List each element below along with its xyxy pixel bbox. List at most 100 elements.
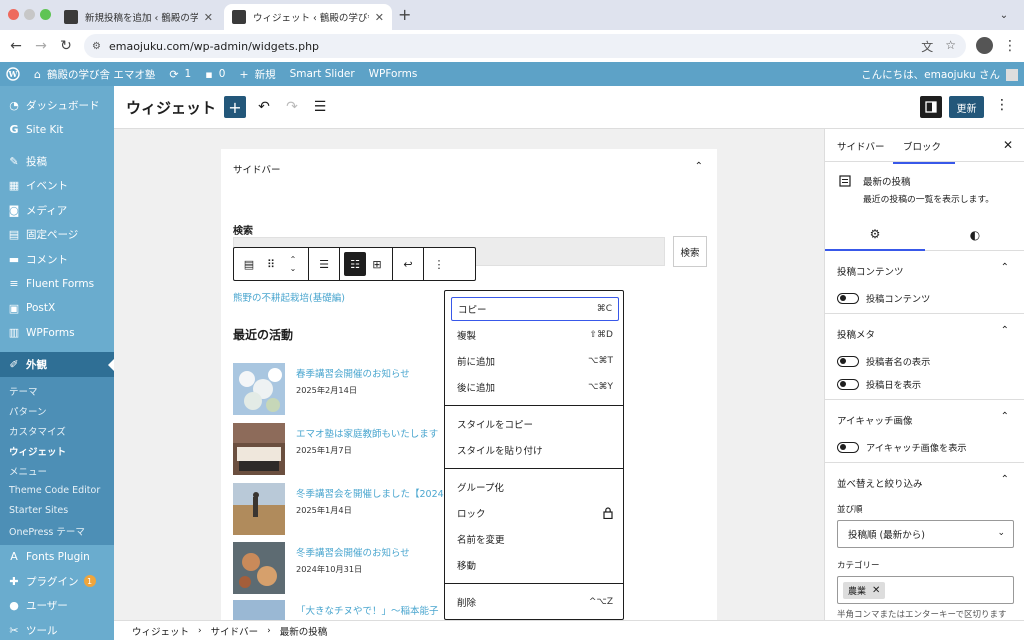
more-options-icon[interactable]: ⋮ [428,252,450,276]
toggle-post-content[interactable]: 投稿コンテンツ [837,291,930,305]
settings-tab[interactable]: ⚙ [825,219,925,251]
toggle-author[interactable]: 投稿者名の表示 [837,354,930,368]
post-title-link[interactable]: エマオ塾は家庭教師もいたします [296,426,438,440]
wordpress-logo-icon[interactable]: W [6,67,20,81]
menu-item-events[interactable]: ▦ イベント [0,174,114,199]
post-thumbnail[interactable] [233,542,285,594]
breadcrumb-item[interactable]: サイドバー [211,624,259,638]
menu-item-paste-styles[interactable]: スタイルを貼り付け [451,438,619,462]
block-inserter-button[interactable]: + [224,96,246,118]
collapse-chevron-icon[interactable]: ⌃ [1001,325,1009,336]
comments-link[interactable]: ▪ 0 [205,68,225,81]
widget-area-title[interactable]: サイドバー [233,162,281,176]
latest-posts-block-icon[interactable]: ▤ [238,252,260,276]
redo-icon[interactable]: ↷ [283,98,301,116]
collapse-chevron-icon[interactable]: ⌃ [1001,474,1009,485]
menu-item-fluent-forms[interactable]: ≡ Fluent Forms [0,272,114,297]
tab-block[interactable]: ブロック [893,139,956,164]
menu-item-copy-styles[interactable]: スタイルをコピー [451,412,619,436]
forward-icon[interactable]: → [33,38,49,54]
breadcrumb-item[interactable]: ウィジェット [132,624,189,638]
wpforms-link[interactable]: WPForms [369,68,418,80]
menu-item-insert-before[interactable]: 前に追加 ⌥⌘T [451,349,619,373]
browser-tab-2[interactable]: ウィジェット ‹ 鶴殿の学び舎 エマ ✕ [224,4,392,30]
submenu-item-starter-sites[interactable]: Starter Sites [0,501,114,521]
browser-menu-icon[interactable]: ⋮ [1003,38,1017,54]
toggle-switch[interactable] [837,378,859,390]
my-account-link[interactable]: こんにちは、emaojuku さん [861,67,1018,82]
order-select[interactable]: 投稿順 (最新から) ⌄ [837,520,1014,548]
category-token-field[interactable]: 農業 ✕ [837,576,1014,604]
bookmark-star-icon[interactable]: ☆ [945,38,956,55]
menu-item-copy[interactable]: コピー ⌘C [451,297,619,321]
menu-item-media[interactable]: ◙ メディア [0,198,114,223]
translate-icon[interactable]: 文 [921,38,933,55]
submenu-item-theme-code-editor[interactable]: Theme Code Editor [0,481,114,501]
maximize-window-button[interactable] [40,9,51,20]
collapse-chevron-icon[interactable]: ⌃ [1001,262,1009,273]
menu-item-postx[interactable]: ▣ PostX [0,296,114,321]
site-settings-icon[interactable]: ⚙ [92,41,101,52]
panel-title[interactable]: アイキャッチ画像 [837,413,913,427]
menu-item-sitekit[interactable]: G Site Kit [0,118,114,143]
update-button[interactable]: 更新 [949,96,984,118]
drag-handle-icon[interactable]: ⠿ [260,252,282,276]
post-thumbnail[interactable] [233,363,285,415]
post-thumbnail[interactable] [233,483,285,535]
menu-item-tools[interactable]: ✂ ツール [0,618,114,640]
recent-post-link[interactable]: 熊野の不耕起栽培(基礎編) [233,290,345,304]
transform-icon[interactable]: ↩ [397,252,419,276]
move-up-down-icon[interactable]: ⌃ ⌄ [282,252,304,276]
post-title-link[interactable]: 冬季講習会開催のお知らせ [296,545,410,559]
panel-title[interactable]: 投稿コンテンツ [837,264,904,278]
browser-tab-1[interactable]: 新規投稿を追加 ‹ 鶴殿の学び舎 エマ ✕ [56,4,221,30]
toggle-switch[interactable] [837,292,859,304]
post-title-link[interactable]: 春季講習会開催のお知らせ [296,366,410,380]
collapse-chevron-icon[interactable]: ⌃ [695,161,703,172]
new-tab-button[interactable]: + [398,5,411,24]
submenu-item-menus[interactable]: メニュー [0,461,114,481]
site-name-link[interactable]: ⌂ 鶴殿の学び舎 エマオ塾 [34,67,155,82]
menu-item-fonts-plugin[interactable]: A Fonts Plugin [0,545,114,570]
menu-item-comments[interactable]: ▬ コメント [0,247,114,272]
settings-sidebar-toggle[interactable] [920,96,942,118]
post-thumbnail[interactable] [233,600,285,620]
toggle-date[interactable]: 投稿日を表示 [837,377,921,391]
menu-item-appearance[interactable]: ✐ 外観 [0,352,114,377]
menu-item-pages[interactable]: ▤ 固定ページ [0,223,114,248]
submenu-item-patterns[interactable]: パターン [0,401,114,421]
align-icon[interactable]: ☰ [313,252,335,276]
tab-sidebar[interactable]: サイドバー [837,139,885,153]
submenu-item-customize[interactable]: カスタマイズ [0,421,114,441]
address-bar[interactable]: ⚙ emaojuku.com/wp-admin/widgets.php 文 ☆ [84,34,966,58]
back-icon[interactable]: ← [8,38,24,54]
post-thumbnail[interactable] [233,423,285,475]
menu-item-rename[interactable]: 名前を変更 [451,527,619,551]
menu-item-delete[interactable]: 削除 ^⌥Z [451,590,619,614]
menu-item-users[interactable]: ● ユーザー [0,594,114,619]
submenu-item-widgets[interactable]: ウィジェット [0,441,114,461]
tab-search-icon[interactable]: ⌄ [994,6,1014,24]
post-title-link[interactable]: 「大きなチヌやで！」～稲本能子 [296,603,439,617]
undo-icon[interactable]: ↶ [255,98,273,116]
menu-item-lock[interactable]: ロック [451,501,619,525]
menu-item-posts[interactable]: ✎ 投稿 [0,149,114,174]
profile-avatar[interactable] [976,37,993,54]
close-tab-icon[interactable]: ✕ [375,11,384,24]
submenu-item-onepress-theme[interactable]: OnePress テーマ [0,521,114,541]
smart-slider-link[interactable]: Smart Slider [290,68,355,80]
options-menu-icon[interactable]: ⋮ [995,97,1009,113]
remove-token-icon[interactable]: ✕ [872,585,880,596]
toggle-switch[interactable] [837,441,859,453]
menu-item-dashboard[interactable]: ◔ ダッシュボード [0,93,114,118]
list-view-layout-icon[interactable]: ☷ [344,252,366,276]
panel-title[interactable]: 並べ替えと絞り込み [837,476,923,490]
collapse-chevron-icon[interactable]: ⌃ [1001,411,1009,422]
panel-title[interactable]: 投稿メタ [837,327,875,341]
styles-tab[interactable]: ◐ [925,219,1024,251]
menu-item-group[interactable]: グループ化 [451,475,619,499]
close-window-button[interactable] [8,9,19,20]
close-tab-icon[interactable]: ✕ [204,11,213,24]
toggle-switch[interactable] [837,355,859,367]
menu-item-plugins[interactable]: ✚ プラグイン 1 [0,569,114,594]
